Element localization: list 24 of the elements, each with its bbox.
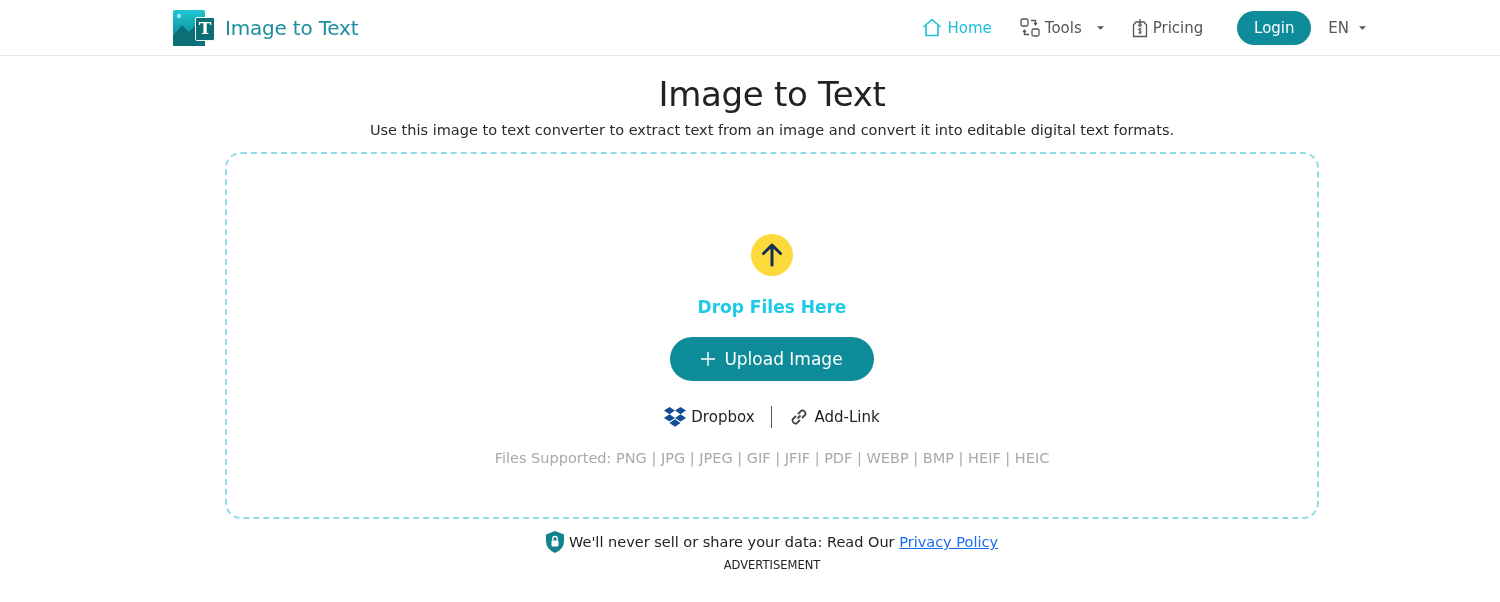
nav-link[interactable]: Pricing xyxy=(1131,17,1204,38)
logo-letter: T xyxy=(195,16,215,41)
price-tag-icon xyxy=(1131,17,1148,38)
home-icon xyxy=(922,18,943,37)
convert-icon xyxy=(1019,18,1040,37)
login-button[interactable]: Login xyxy=(1237,10,1312,45)
shield-lock-icon xyxy=(545,531,564,553)
privacy-policy-link[interactable]: Privacy Policy xyxy=(899,534,998,550)
drop-prompt: Drop Files Here xyxy=(697,296,847,319)
advertisement-label: ADVERTISEMENT xyxy=(723,557,821,573)
source-link[interactable]: Dropbox xyxy=(664,406,755,428)
privacy-note: We'll never sell or share your data: Read Our Privacy Policy xyxy=(568,533,998,552)
language-selector[interactable]: EN xyxy=(1328,18,1366,37)
upload-button[interactable]: Upload Image xyxy=(670,337,874,381)
page-title: Image to Text xyxy=(658,73,886,116)
supported-formats: Files Supported: PNG | JPG | JPEG | GIF | JFIF | PDF | WEBP | BMP | HEIF | HEIC xyxy=(494,449,1050,469)
plus-icon xyxy=(701,352,716,366)
box-icon xyxy=(664,406,687,428)
caret-icon xyxy=(1359,25,1366,30)
source-link[interactable]: Add-Link xyxy=(787,406,880,428)
logo-text[interactable]: Image to Text xyxy=(225,15,359,40)
drop-zone[interactable]: Drop Files Here Upload Image Dropbox Add-Link Files Supported: PNG | JPG | JPEG | GIF | JFIF | PDF | WEBP | BMP | HEIF | HEIC xyxy=(225,152,1319,519)
nav-link[interactable]: Tools xyxy=(1019,18,1104,37)
page-subtitle: Use this image to text converter to extract text from an image and convert it into editable digital text formats. xyxy=(369,121,1175,140)
